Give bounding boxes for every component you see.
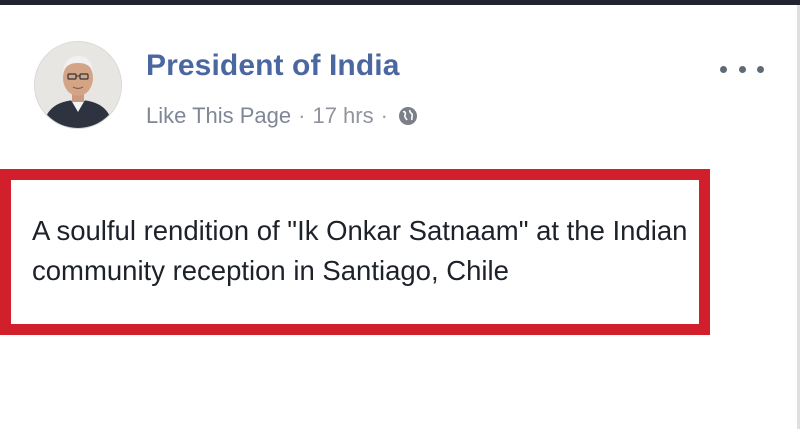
meta-separator: · [298, 103, 306, 128]
dot [757, 65, 764, 73]
meta-separator: · [380, 103, 388, 128]
avatar[interactable] [34, 41, 122, 129]
post-timestamp[interactable]: 17 hrs [312, 103, 373, 129]
facebook-post: President of India Like This Page · 17 h… [0, 5, 797, 429]
post-text: A soulful rendition of "Ik Onkar Satnaam… [32, 215, 688, 286]
dot [720, 65, 727, 73]
like-page-link[interactable]: Like This Page [146, 103, 291, 129]
post-meta: Like This Page · 17 hrs · [146, 103, 419, 129]
more-options-icon[interactable] [720, 57, 764, 81]
globe-icon[interactable] [397, 105, 419, 127]
page-name-link[interactable]: President of India [146, 49, 400, 83]
dot [738, 65, 746, 73]
profile-photo-icon [35, 42, 121, 128]
